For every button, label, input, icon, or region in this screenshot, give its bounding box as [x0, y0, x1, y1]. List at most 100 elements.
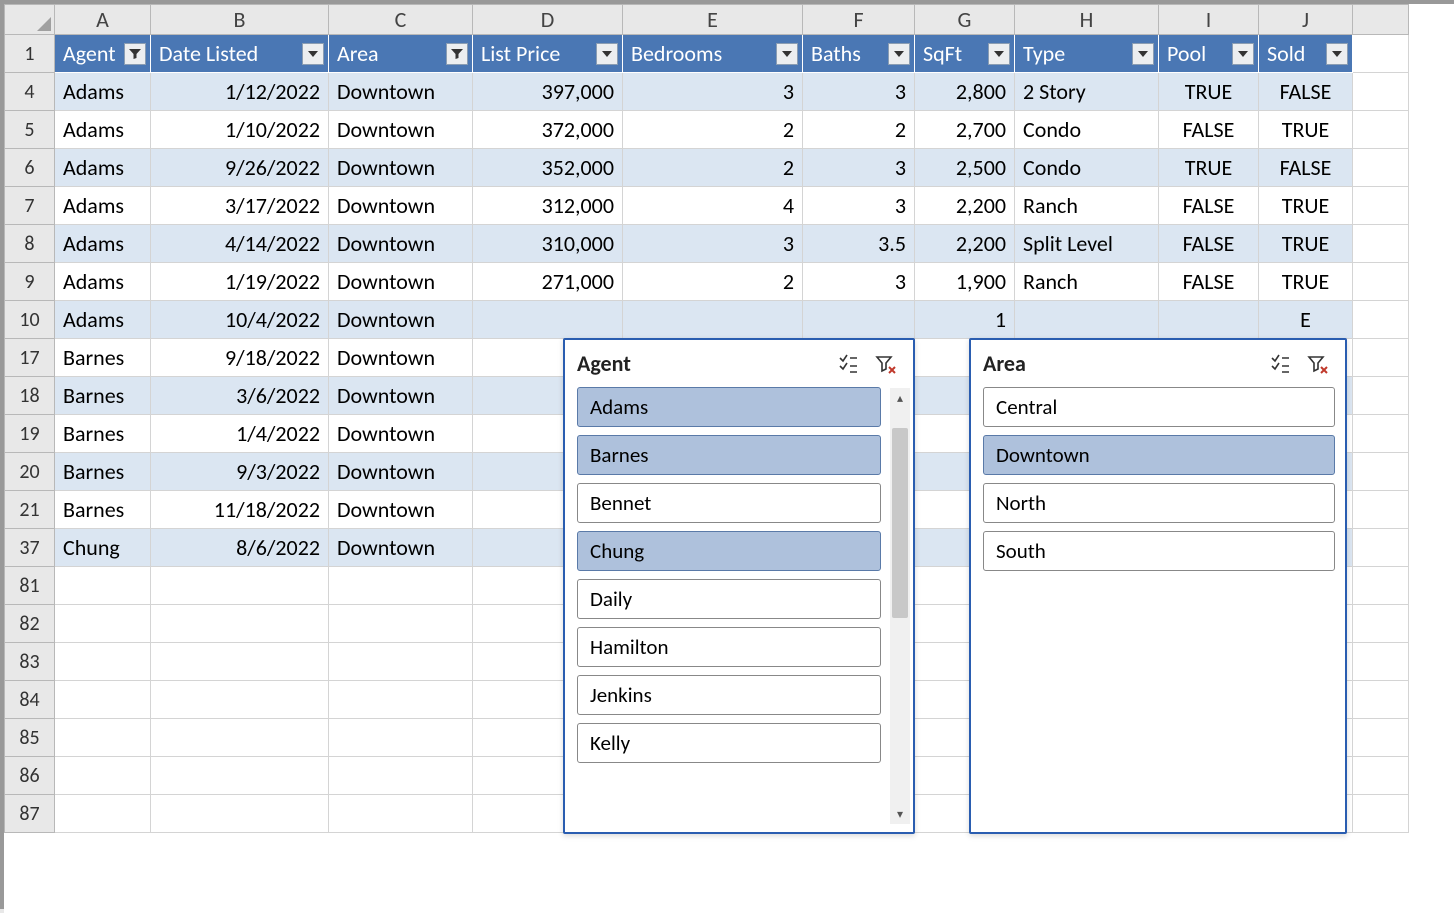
filter-button-bedrooms[interactable] — [776, 43, 798, 65]
cell-empty[interactable] — [151, 757, 329, 795]
cell[interactable]: Downtown — [329, 73, 473, 111]
cell-blank[interactable] — [1353, 149, 1409, 187]
cell-blank[interactable] — [1353, 187, 1409, 225]
cell-empty[interactable] — [151, 605, 329, 643]
cell-blank[interactable] — [1353, 301, 1409, 339]
slicer-item[interactable]: Barnes — [577, 435, 881, 475]
cell[interactable]: 2 — [623, 149, 803, 187]
cell[interactable]: 1/4/2022 — [151, 415, 329, 453]
cell[interactable]: Downtown — [329, 415, 473, 453]
cell[interactable]: Adams — [55, 187, 151, 225]
cell[interactable]: Barnes — [55, 415, 151, 453]
cell-empty[interactable] — [329, 567, 473, 605]
cell[interactable]: 3.5 — [803, 225, 915, 263]
cell-blank[interactable] — [1353, 35, 1409, 73]
cell[interactable]: 11/18/2022 — [151, 491, 329, 529]
cell[interactable]: 3 — [803, 149, 915, 187]
slicer-item[interactable]: North — [983, 483, 1335, 523]
cell[interactable]: TRUE — [1159, 149, 1259, 187]
cell-empty[interactable] — [151, 719, 329, 757]
cell[interactable]: FALSE — [1159, 263, 1259, 301]
multiselect-icon[interactable] — [1263, 351, 1297, 377]
cell[interactable]: 372,000 — [473, 111, 623, 149]
cell[interactable] — [1015, 301, 1159, 339]
cell[interactable]: Downtown — [329, 491, 473, 529]
cell-empty[interactable] — [1353, 605, 1409, 643]
cell[interactable]: 2 — [803, 111, 915, 149]
col-header-A[interactable]: A — [55, 5, 151, 35]
cell[interactable]: Downtown — [329, 339, 473, 377]
slicer-item[interactable]: Daily — [577, 579, 881, 619]
cell[interactable]: 3 — [623, 225, 803, 263]
cell-empty[interactable] — [329, 719, 473, 757]
cell[interactable]: 3/6/2022 — [151, 377, 329, 415]
cell[interactable]: 3 — [803, 263, 915, 301]
cell[interactable]: TRUE — [1259, 187, 1353, 225]
col-header-J[interactable]: J — [1259, 5, 1353, 35]
cell[interactable]: 2,700 — [915, 111, 1015, 149]
cell[interactable]: 2,500 — [915, 149, 1015, 187]
row-header[interactable]: 5 — [5, 111, 55, 149]
cell[interactable]: 4/14/2022 — [151, 225, 329, 263]
cell[interactable]: 3 — [623, 73, 803, 111]
cell[interactable]: 352,000 — [473, 149, 623, 187]
scroll-up-icon[interactable]: ▴ — [890, 388, 910, 408]
row-header[interactable]: 86 — [5, 757, 55, 795]
row-header[interactable]: 19 — [5, 415, 55, 453]
row-header[interactable]: 18 — [5, 377, 55, 415]
cell[interactable]: TRUE — [1259, 263, 1353, 301]
select-all-corner[interactable] — [5, 5, 55, 35]
cell[interactable]: 1 — [915, 301, 1015, 339]
row-header[interactable]: 4 — [5, 73, 55, 111]
cell-empty[interactable] — [55, 719, 151, 757]
cell-blank[interactable] — [1353, 73, 1409, 111]
cell[interactable] — [1159, 301, 1259, 339]
row-header[interactable]: 21 — [5, 491, 55, 529]
cell[interactable]: 9/3/2022 — [151, 453, 329, 491]
cell-empty[interactable] — [1353, 643, 1409, 681]
cell[interactable]: Downtown — [329, 187, 473, 225]
cell[interactable]: 1/10/2022 — [151, 111, 329, 149]
cell[interactable]: TRUE — [1159, 73, 1259, 111]
cell[interactable]: FALSE — [1159, 111, 1259, 149]
cell[interactable]: Barnes — [55, 453, 151, 491]
cell-empty[interactable] — [329, 605, 473, 643]
filter-button-sold[interactable] — [1326, 43, 1348, 65]
slicer-item[interactable]: Adams — [577, 387, 881, 427]
cell-empty[interactable] — [1353, 567, 1409, 605]
cell[interactable]: 1,900 — [915, 263, 1015, 301]
cell-empty[interactable] — [329, 643, 473, 681]
cell[interactable]: 312,000 — [473, 187, 623, 225]
row-header[interactable]: 82 — [5, 605, 55, 643]
slicer-item[interactable]: Kelly — [577, 723, 881, 763]
row-header[interactable]: 87 — [5, 795, 55, 833]
filter-button-baths[interactable] — [888, 43, 910, 65]
clear-filter-icon[interactable] — [869, 351, 903, 377]
cell[interactable]: FALSE — [1259, 73, 1353, 111]
col-header-B[interactable]: B — [151, 5, 329, 35]
filter-button-area[interactable] — [446, 43, 468, 65]
slicer-area[interactable]: Area CentralDowntownNorthSouth — [969, 338, 1347, 834]
cell-empty[interactable] — [55, 757, 151, 795]
slicer-item[interactable]: Hamilton — [577, 627, 881, 667]
cell[interactable]: Barnes — [55, 377, 151, 415]
slicer-area-titlebar[interactable]: Area — [983, 350, 1335, 377]
slicer-item[interactable]: Bennet — [577, 483, 881, 523]
cell[interactable]: Barnes — [55, 491, 151, 529]
col-header-G[interactable]: G — [915, 5, 1015, 35]
cell[interactable]: 3/17/2022 — [151, 187, 329, 225]
cell[interactable]: 2 Story — [1015, 73, 1159, 111]
scroll-thumb[interactable] — [892, 428, 908, 618]
cell-blank[interactable] — [1353, 415, 1409, 453]
cell[interactable]: Adams — [55, 225, 151, 263]
row-header[interactable]: 9 — [5, 263, 55, 301]
cell-blank[interactable] — [1353, 263, 1409, 301]
cell[interactable]: TRUE — [1259, 111, 1353, 149]
cell[interactable]: 271,000 — [473, 263, 623, 301]
cell[interactable]: Chung — [55, 529, 151, 567]
cell-empty[interactable] — [55, 643, 151, 681]
cell[interactable]: 9/26/2022 — [151, 149, 329, 187]
cell[interactable]: FALSE — [1259, 149, 1353, 187]
cell-empty[interactable] — [151, 567, 329, 605]
cell-empty[interactable] — [329, 757, 473, 795]
